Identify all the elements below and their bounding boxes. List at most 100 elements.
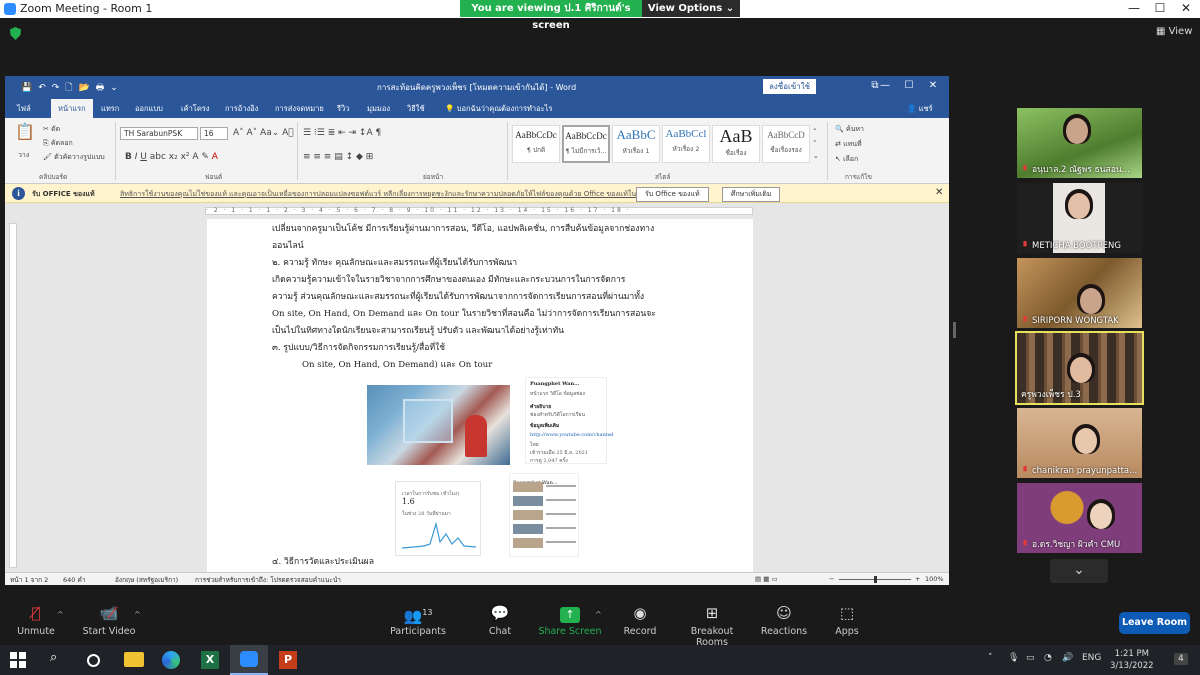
powerpoint-icon[interactable]: P	[279, 651, 297, 669]
word-minimize-button[interactable]: —	[877, 80, 893, 91]
participant-tile[interactable]: chanikran prayunpatta...	[1017, 408, 1142, 478]
style-no-spacing[interactable]: AaBbCcDc ¶ ไม่มีการเว้...	[562, 125, 610, 163]
proofing-language[interactable]: อังกฤษ (สหรัฐอเมริกา)	[115, 575, 178, 585]
replace-button[interactable]: ⇄ แทนที่	[835, 139, 862, 150]
style-heading-2[interactable]: AaBbCcl หัวเรื่อง 2	[662, 125, 710, 163]
zoom-out-icon[interactable]: −	[829, 575, 834, 583]
tray-volume-icon[interactable]: 🔊	[1062, 653, 1073, 663]
reactions-button[interactable]: ☺ Reactions	[760, 602, 808, 637]
word-count[interactable]: 640 คำ	[63, 575, 85, 585]
leave-room-button[interactable]: Leave Room	[1119, 612, 1190, 634]
windows-start-icon[interactable]	[10, 652, 26, 668]
tab-view[interactable]: มุมมอง	[367, 103, 390, 115]
alignment-icons[interactable]: ≡ ≡ ≡ ▤ ↕ ◆ ⊞	[303, 152, 373, 162]
styles-scroll-icons[interactable]: ˄ ˅ ⌄	[813, 126, 819, 162]
tab-insert[interactable]: แทรก	[101, 103, 119, 115]
tab-file[interactable]: ไฟล์	[17, 103, 31, 115]
tab-home[interactable]: หน้าแรก	[51, 99, 93, 118]
format-painter-button[interactable]: 🖌 ตัวคัดวางรูปแบบ	[43, 152, 105, 163]
start-video-button[interactable]: 📹̸ Start Video	[80, 602, 138, 637]
view-options-button[interactable]: View Options ⌄	[642, 0, 740, 17]
get-genuine-office-button[interactable]: รับ Office ของแท้	[636, 187, 709, 202]
quick-access-toolbar[interactable]: 💾↶↷🗋📂🖶⌄	[21, 80, 124, 96]
excel-icon[interactable]: X	[201, 651, 219, 669]
tab-design[interactable]: ออกแบบ	[135, 103, 163, 115]
info-bar-close-button[interactable]: ✕	[935, 187, 943, 198]
participant-tile[interactable]: METICHA BOOTPENG	[1017, 183, 1142, 253]
share-screen-button[interactable]: ↑ Share Screen	[538, 602, 602, 637]
word-close-button[interactable]: ✕	[925, 80, 941, 91]
learn-more-button[interactable]: ศึกษาเพิ่มเติม	[722, 187, 781, 202]
gallery-scroll-down-button[interactable]: ⌄	[1050, 559, 1108, 583]
notification-center-icon[interactable]: 4	[1174, 653, 1188, 665]
panel-resize-handle[interactable]	[953, 322, 956, 338]
youtube-channel-screenshot[interactable]: Puangphet Wan... หน้าแรก วิดีโอ ข้อมูลช่…	[525, 377, 614, 464]
list-icons[interactable]: ☰ ⁝☰ ≣ ⇤ ⇥ ↕A ¶	[303, 128, 381, 138]
classroom-photo[interactable]	[367, 385, 510, 465]
tab-mailings[interactable]: การส่งจดหมาย	[275, 103, 324, 115]
breakout-rooms-button[interactable]: ⊞ Breakout Rooms	[674, 602, 750, 648]
share-options-caret[interactable]: ^	[595, 610, 602, 619]
zoom-taskbar-button[interactable]	[230, 645, 268, 675]
participant-tile-active-speaker[interactable]: ครูพวงเพ็ชร ป.3	[1015, 331, 1144, 405]
font-size-box[interactable]: 16	[200, 127, 228, 140]
input-language[interactable]: ENG	[1082, 653, 1101, 663]
tab-layout[interactable]: เค้าโครง	[181, 103, 210, 115]
view-layout-button[interactable]: ▦ View	[1156, 26, 1192, 37]
word-sign-in-button[interactable]: ลงชื่อเข้าใช้	[763, 79, 817, 94]
word-maximize-button[interactable]: ☐	[901, 80, 917, 91]
zoom-level[interactable]: 100%	[925, 575, 944, 583]
font-grow-shrink-icons[interactable]: A˄ A˅ Aa⌄ A⃠	[233, 128, 294, 138]
security-shield-icon[interactable]	[10, 27, 21, 40]
view-mode-icons[interactable]: ▤ ▦ ▭	[755, 575, 778, 583]
tray-battery-icon[interactable]: ▭	[1026, 653, 1035, 663]
file-explorer-icon[interactable]	[124, 652, 144, 667]
unmute-button[interactable]: 🎙̸ Unmute	[14, 602, 58, 637]
cut-button[interactable]: ✂ ตัด	[43, 124, 60, 135]
chat-button[interactable]: 💬 Chat	[480, 602, 520, 637]
video-options-caret[interactable]: ^	[134, 610, 141, 619]
participant-tile[interactable]: อนุบาล.2 ณัฐพร ธนสอน...	[1017, 108, 1142, 178]
style-normal[interactable]: AaBbCcDc ¶ ปกติ	[512, 125, 560, 163]
maximize-button[interactable]: ☐	[1150, 1, 1170, 15]
zoom-slider-thumb[interactable]	[873, 576, 877, 583]
paste-icon[interactable]: 📋	[15, 122, 35, 141]
find-button[interactable]: 🔍 ค้นหา	[835, 124, 864, 135]
apps-button[interactable]: ⬚ Apps	[830, 602, 864, 637]
accessibility-status[interactable]: การช่วยสำหรับการเข้าถึง: โปรดตรวจสอบคำแน…	[195, 575, 341, 585]
font-format-icons[interactable]: B I U abc x₂ x² A ✎ A	[125, 152, 218, 162]
participants-button[interactable]: 👥13 Participants	[388, 602, 448, 637]
style-heading-1[interactable]: AaBbC หัวเรื่อง 1	[612, 125, 660, 163]
tell-me-search[interactable]: 💡 บอกฉันว่าคุณต้องการทำอะไร	[445, 103, 552, 115]
zoom-in-icon[interactable]: +	[915, 575, 920, 583]
paste-label[interactable]: วาง	[18, 150, 29, 161]
document-page[interactable]: เปลี่ยนจากครูมาเป็นโค้ช มีการเรียนรู้ผ่า…	[207, 219, 753, 574]
record-button[interactable]: ◉ Record	[620, 602, 660, 637]
analytics-screenshot[interactable]: เวลาในการรับชม (ชั่วโมง) 1.6 ในช่วง 28 ว…	[395, 481, 481, 556]
tray-overflow-icon[interactable]: ˄	[988, 653, 993, 663]
participant-tile[interactable]: อ.ดร.วิชญา ผิวคำ CMU	[1017, 483, 1142, 553]
tab-review[interactable]: รีวิว	[337, 103, 349, 115]
taskbar-clock[interactable]: 1:21 PM 3/13/2022	[1110, 648, 1154, 672]
select-button[interactable]: ↖ เลือก	[835, 154, 858, 165]
audio-options-caret[interactable]: ^	[57, 610, 64, 619]
tab-references[interactable]: การอ้างอิง	[225, 103, 258, 115]
minimize-button[interactable]: —	[1124, 1, 1144, 15]
edge-browser-icon[interactable]	[162, 651, 180, 669]
page-count[interactable]: หน้า 1 จาก 2	[10, 575, 48, 585]
zoom-slider[interactable]	[839, 576, 911, 583]
participant-tile[interactable]: SIRIPORN WONGTAK	[1017, 258, 1142, 328]
share-button[interactable]: 👤 แชร์	[907, 103, 933, 115]
tab-help[interactable]: วิธีใช้	[407, 103, 425, 115]
style-title[interactable]: AaB ชื่อเรื่อง	[712, 125, 760, 163]
close-button[interactable]: ✕	[1176, 1, 1196, 15]
style-subtitle[interactable]: AaBbCcD ชื่อเรื่องรอง	[762, 125, 810, 163]
search-icon[interactable]: ⌕	[50, 650, 70, 670]
font-name-box[interactable]: TH SarabunPSK	[120, 127, 198, 140]
copy-button[interactable]: ⎘ คัดลอก	[43, 138, 73, 149]
video-list-screenshot[interactable]: Puangphet Wan...	[509, 473, 579, 557]
info-bar-message[interactable]: สิทธิการใช้งานของคุณไม่ใช่ของแท้ และคุณอ…	[120, 189, 650, 200]
tray-network-icon[interactable]: ◔	[1044, 653, 1052, 663]
tray-mic-icon[interactable]: 🎙	[1008, 653, 1019, 663]
task-view-icon[interactable]	[87, 654, 100, 667]
